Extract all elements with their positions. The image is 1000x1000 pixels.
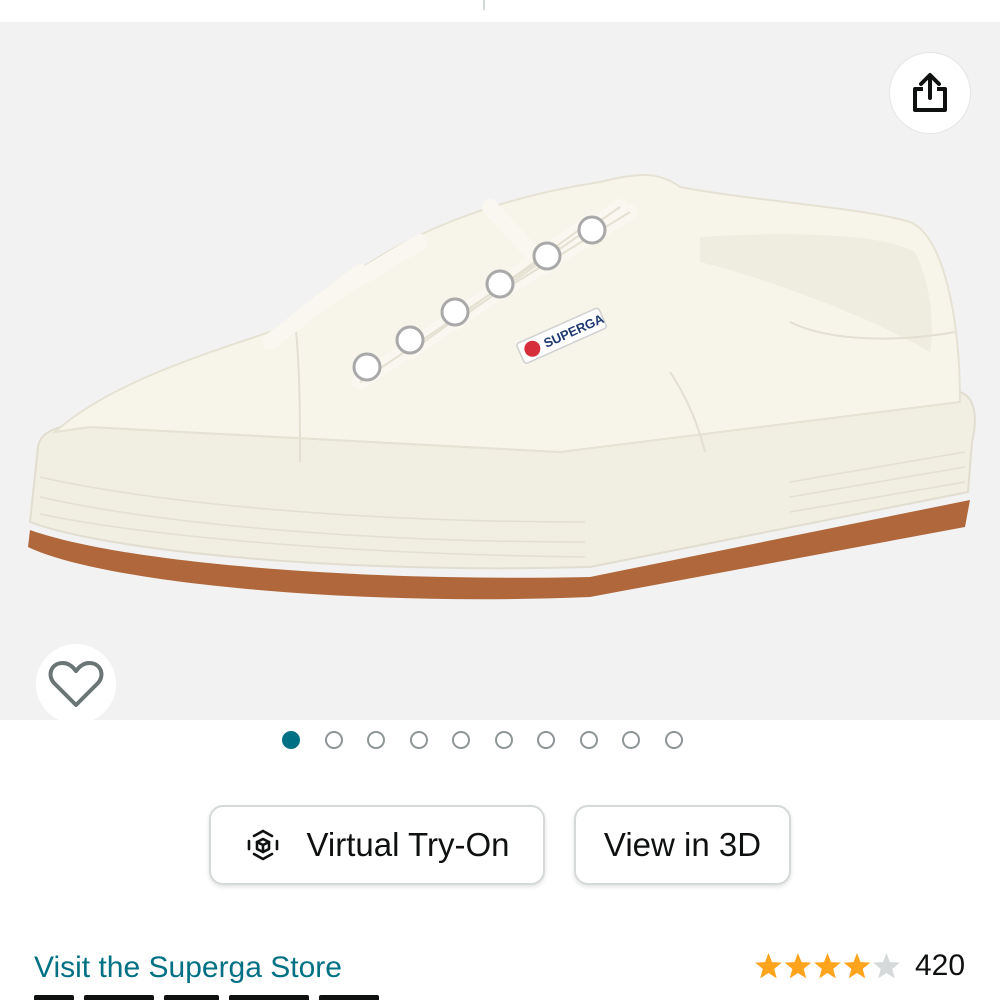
star-rating bbox=[755, 953, 900, 979]
image-pagination[interactable] bbox=[282, 731, 683, 755]
pagination-dot[interactable] bbox=[664, 731, 683, 749]
product-image-gallery[interactable]: SUPERGA bbox=[0, 22, 1000, 720]
pagination-dot[interactable] bbox=[494, 731, 513, 749]
star-filled-icon bbox=[755, 953, 782, 979]
share-icon bbox=[913, 73, 947, 112]
pagination-dot-active[interactable] bbox=[282, 731, 300, 749]
product-page: SUPERGA Virtual Try-On View in 3D Visit … bbox=[0, 0, 1000, 1000]
pagination-dot[interactable] bbox=[537, 731, 555, 749]
view-in-3d-button[interactable]: View in 3D bbox=[574, 805, 791, 885]
product-image[interactable]: SUPERGA bbox=[0, 22, 1000, 720]
ar-cube-icon bbox=[245, 827, 281, 863]
heart-outline-icon bbox=[48, 661, 104, 707]
product-title-partial bbox=[34, 995, 379, 1000]
star-filled-icon bbox=[814, 953, 841, 979]
pagination-dot[interactable] bbox=[452, 731, 470, 749]
rating-summary[interactable]: 420 bbox=[754, 946, 965, 986]
pagination-dot[interactable] bbox=[409, 731, 428, 749]
pagination-dot[interactable] bbox=[622, 731, 640, 749]
virtual-try-on-label: Virtual Try-On bbox=[306, 826, 510, 863]
rating-count[interactable]: 420 bbox=[915, 949, 965, 983]
pagination-dot[interactable] bbox=[367, 731, 385, 749]
wishlist-button[interactable] bbox=[36, 644, 116, 720]
star-filled-icon bbox=[784, 953, 812, 979]
virtual-try-on-button[interactable]: Virtual Try-On bbox=[209, 805, 545, 885]
pagination-dot[interactable] bbox=[324, 731, 343, 749]
top-divider bbox=[483, 0, 485, 10]
pagination-dot[interactable] bbox=[579, 731, 598, 749]
star-filled-icon bbox=[843, 953, 871, 979]
share-button[interactable] bbox=[889, 52, 971, 134]
top-bar bbox=[0, 0, 1000, 22]
view-in-3d-label: View in 3D bbox=[603, 826, 762, 863]
visit-store-link[interactable]: Visit the Superga Store bbox=[34, 948, 342, 988]
star-empty-icon bbox=[873, 953, 900, 979]
